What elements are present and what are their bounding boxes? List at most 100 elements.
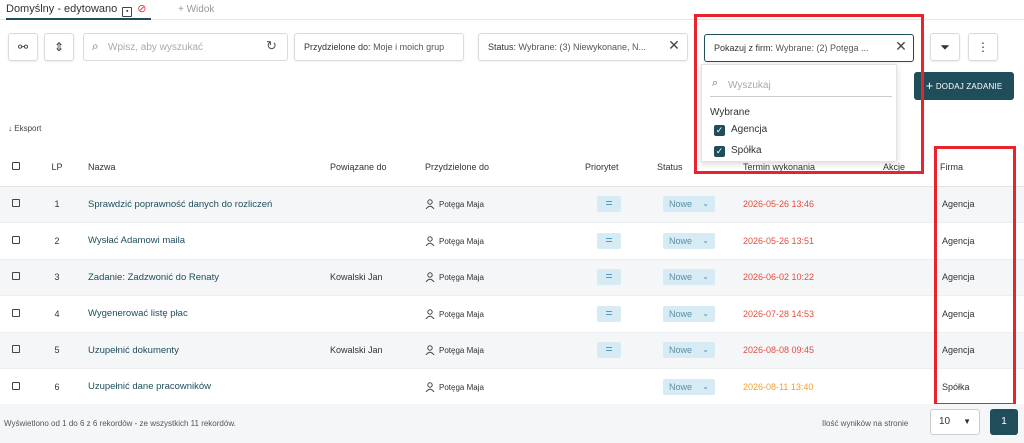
cell-status[interactable]: Nowe ⌄ xyxy=(657,259,743,296)
status-value: Nowe xyxy=(669,235,693,246)
add-task-button[interactable]: + DODAJ ZADANIE xyxy=(914,72,1014,100)
row-checkbox[interactable] xyxy=(12,381,20,390)
cell-name[interactable]: Uzupełnić dokumenty xyxy=(82,332,330,369)
select-all-checkbox[interactable] xyxy=(12,162,20,171)
status-filter-chip[interactable]: Status: Wybrane: (3) Niewykonane, N... xyxy=(478,33,688,61)
table-row[interactable]: 3 Zadanie: Zadzwonić do Renaty Kowalski Ja… xyxy=(0,259,1024,296)
tasks-table: LP Nazwa Powiązane do Przydzielone do Pr… xyxy=(0,149,1024,406)
clear-status-filter-icon[interactable]: ✕ xyxy=(666,37,682,54)
cell-related[interactable] xyxy=(330,295,425,333)
row-checkbox[interactable] xyxy=(12,272,20,281)
row-select-cell xyxy=(0,186,32,223)
cell-related[interactable]: Kowalski Jan xyxy=(330,259,425,296)
cell-actions xyxy=(883,332,928,369)
task-name-link[interactable]: Wygenerować listę płac xyxy=(88,308,188,319)
filter-button[interactable]: ⏷ xyxy=(930,33,960,61)
cell-priority: = xyxy=(585,295,657,333)
discard-icon[interactable]: ⊘ xyxy=(137,2,146,15)
assigned-filter-chip[interactable]: Przydzielone do: Moje i moich grup xyxy=(294,33,464,61)
assigned-user: Potęga Maja xyxy=(439,382,484,392)
table-row[interactable]: 1 Sprawdzić poprawność danych do rozlicze… xyxy=(0,186,1024,223)
column-name[interactable]: Nazwa xyxy=(82,149,330,187)
priority-normal-icon: = xyxy=(597,269,621,286)
cell-related[interactable] xyxy=(330,186,425,223)
due-date: 2026-05-26 13:51 xyxy=(743,235,815,246)
refresh-icon[interactable]: ↻ xyxy=(266,38,277,54)
row-select-cell xyxy=(0,259,32,296)
cell-priority: = xyxy=(585,186,657,223)
cell-due: 2026-05-26 13:51 xyxy=(743,222,883,260)
cell-status[interactable]: Nowe ⌄ xyxy=(657,368,743,406)
row-checkbox[interactable] xyxy=(12,308,20,317)
table-row[interactable]: 2 Wysłać Adamowi maila Potęga Maja = Nowe ⌄ 20… xyxy=(0,222,1024,260)
row-checkbox[interactable] xyxy=(12,345,20,354)
chevron-down-icon: ⌄ xyxy=(702,345,709,355)
cell-name[interactable]: Zadanie: Zadzwonić do Renaty xyxy=(82,259,330,296)
task-name-link[interactable]: Wysłać Adamowi maila xyxy=(88,235,185,246)
tab-default-view[interactable]: Domyślny - edytowano ▪ ⊘ xyxy=(6,2,151,20)
cell-lp: 2 xyxy=(32,222,82,260)
row-checkbox[interactable] xyxy=(12,235,20,244)
row-checkbox[interactable] xyxy=(12,199,20,208)
per-page-value: 10 xyxy=(939,416,951,427)
cell-status[interactable]: Nowe ⌄ xyxy=(657,222,743,260)
page-button-current[interactable]: 1 xyxy=(990,409,1018,435)
select-all-cell xyxy=(0,149,32,187)
cell-status[interactable]: Nowe ⌄ xyxy=(657,186,743,223)
table-row[interactable]: 4 Wygenerować listę płac Potęga Maja = Nowe ⌄… xyxy=(0,295,1024,333)
highlight-firm-column xyxy=(934,146,1016,406)
cell-due: 2026-05-26 13:46 xyxy=(743,186,883,223)
task-name-link[interactable]: Uzupełnić dokumenty xyxy=(88,345,179,356)
cell-name[interactable]: Sprawdzić poprawność danych do rozliczeń xyxy=(82,186,330,223)
add-view-tab[interactable]: + Widok xyxy=(178,4,214,15)
table-row[interactable]: 6 Uzupełnić dane pracowników Potęga Maja No… xyxy=(0,368,1024,406)
status-select[interactable]: Nowe ⌄ xyxy=(663,196,715,213)
cell-assigned: Potęga Maja xyxy=(425,186,585,223)
cell-name[interactable]: Uzupełnić dane pracowników xyxy=(82,368,330,406)
user-icon xyxy=(425,236,435,246)
chevron-down-icon: ⌄ xyxy=(702,308,709,318)
cell-related[interactable] xyxy=(330,368,425,406)
per-page-select[interactable]: 10 ▼ xyxy=(930,409,980,435)
column-lp[interactable]: LP xyxy=(32,149,82,187)
task-name-link[interactable]: Zadanie: Zadzwonić do Renaty xyxy=(88,272,219,283)
status-select[interactable]: Nowe ⌄ xyxy=(663,378,715,395)
cell-lp: 6 xyxy=(32,368,82,406)
cell-related[interactable]: Kowalski Jan xyxy=(330,332,425,369)
more-button[interactable]: ⋮ xyxy=(968,33,998,61)
task-name-link[interactable]: Sprawdzić poprawność danych do rozliczeń xyxy=(88,199,272,210)
cell-related[interactable] xyxy=(330,222,425,260)
status-select[interactable]: Nowe ⌄ xyxy=(663,269,715,286)
row-select-cell xyxy=(0,295,32,333)
highlight-firms-filter xyxy=(694,14,924,174)
more-vertical-icon: ⋮ xyxy=(977,40,989,54)
save-icon[interactable]: ▪ xyxy=(122,7,133,17)
export-link[interactable]: ↓ Eksport xyxy=(8,124,41,133)
assigned-user: Potęga Maja xyxy=(439,346,484,356)
column-assigned[interactable]: Przydzielone do xyxy=(425,149,585,187)
row-select-cell xyxy=(0,368,32,406)
cell-name[interactable]: Wygenerować listę płac xyxy=(82,295,330,333)
column-related[interactable]: Powiązane do xyxy=(330,149,425,187)
tab-default-label: Domyślny - edytowano xyxy=(6,3,118,15)
row-select-cell xyxy=(0,332,32,369)
search-input[interactable] xyxy=(108,40,258,55)
cell-status[interactable]: Nowe ⌄ xyxy=(657,295,743,333)
cell-status[interactable]: Nowe ⌄ xyxy=(657,332,743,369)
task-name-link[interactable]: Uzupełnić dane pracowników xyxy=(88,381,211,392)
priority-normal-icon: = xyxy=(597,196,621,213)
cell-name[interactable]: Wysłać Adamowi maila xyxy=(82,222,330,260)
cell-actions xyxy=(883,186,928,223)
status-select[interactable]: Nowe ⌄ xyxy=(663,342,715,359)
cell-due: 2026-06-02 10:22 xyxy=(743,259,883,296)
row-height-button[interactable]: ⇕ xyxy=(44,33,74,61)
cell-actions xyxy=(883,259,928,296)
cell-due: 2026-07-28 14:53 xyxy=(743,295,883,333)
cell-actions xyxy=(883,295,928,333)
status-select[interactable]: Nowe ⌄ xyxy=(663,305,715,322)
column-priority[interactable]: Priorytet xyxy=(585,149,657,187)
table-row[interactable]: 5 Uzupełnić dokumenty Kowalski Jan Potęga M… xyxy=(0,332,1024,369)
cell-lp: 4 xyxy=(32,295,82,333)
status-select[interactable]: Nowe ⌄ xyxy=(663,232,715,249)
grouping-button[interactable]: ⚯ xyxy=(8,33,38,61)
